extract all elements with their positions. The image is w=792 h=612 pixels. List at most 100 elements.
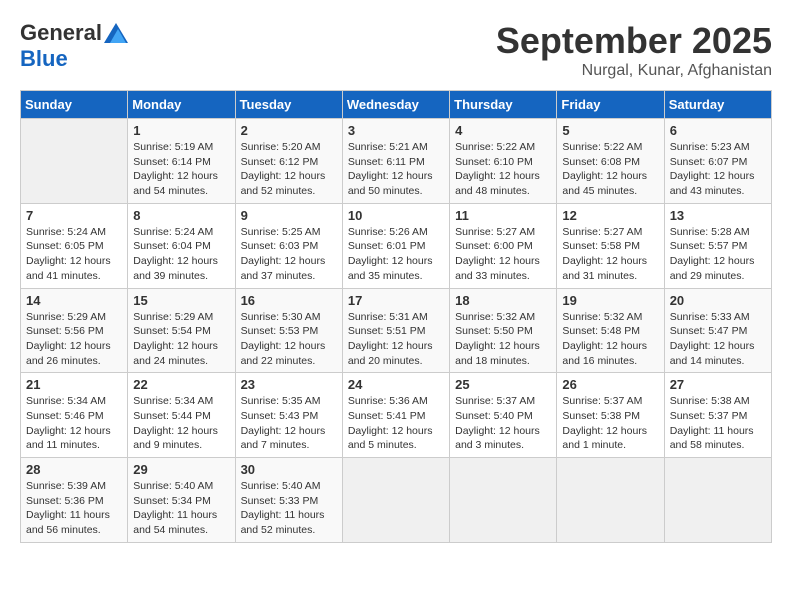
calendar-cell: 8 Sunrise: 5:24 AM Sunset: 6:04 PM Daylig… xyxy=(128,203,235,288)
calendar-cell: 11 Sunrise: 5:27 AM Sunset: 6:00 PM Dayli… xyxy=(450,203,557,288)
day-info: Sunrise: 5:20 AM Sunset: 6:12 PM Dayligh… xyxy=(241,140,337,199)
day-number: 9 xyxy=(241,208,337,223)
day-info: Sunrise: 5:27 AM Sunset: 6:00 PM Dayligh… xyxy=(455,225,551,284)
page-header: General Blue September 2025 Nurgal, Kuna… xyxy=(20,20,772,80)
weekday-header-wednesday: Wednesday xyxy=(342,91,449,119)
calendar-cell xyxy=(21,119,128,204)
calendar-cell: 2 Sunrise: 5:20 AM Sunset: 6:12 PM Daylig… xyxy=(235,119,342,204)
day-number: 24 xyxy=(348,377,444,392)
day-info: Sunrise: 5:29 AM Sunset: 5:56 PM Dayligh… xyxy=(26,310,122,369)
day-number: 30 xyxy=(241,462,337,477)
day-info: Sunrise: 5:32 AM Sunset: 5:50 PM Dayligh… xyxy=(455,310,551,369)
calendar-cell: 29 Sunrise: 5:40 AM Sunset: 5:34 PM Dayli… xyxy=(128,458,235,543)
day-number: 13 xyxy=(670,208,766,223)
day-info: Sunrise: 5:36 AM Sunset: 5:41 PM Dayligh… xyxy=(348,394,444,453)
location-title: Nurgal, Kunar, Afghanistan xyxy=(496,62,772,80)
calendar-week-1: 1Sunrise: 5:19 AM Sunset: 6:14 PM Daylig… xyxy=(21,119,772,204)
day-info: Sunrise: 5:25 AM Sunset: 6:03 PM Dayligh… xyxy=(241,225,337,284)
calendar-cell: 16 Sunrise: 5:30 AM Sunset: 5:53 PM Dayli… xyxy=(235,288,342,373)
day-info: Sunrise: 5:33 AM Sunset: 5:47 PM Dayligh… xyxy=(670,310,766,369)
calendar-cell: 30 Sunrise: 5:40 AM Sunset: 5:33 PM Dayli… xyxy=(235,458,342,543)
day-number: 11 xyxy=(455,208,551,223)
title-block: September 2025 Nurgal, Kunar, Afghanista… xyxy=(496,20,772,80)
day-info: Sunrise: 5:29 AM Sunset: 5:54 PM Dayligh… xyxy=(133,310,229,369)
day-info: Sunrise: 5:24 AM Sunset: 6:04 PM Dayligh… xyxy=(133,225,229,284)
weekday-header-monday: Monday xyxy=(128,91,235,119)
calendar-cell: 21 Sunrise: 5:34 AM Sunset: 5:46 PM Dayli… xyxy=(21,373,128,458)
logo-general-text: General xyxy=(20,20,102,46)
day-number: 2 xyxy=(241,123,337,138)
day-number: 3 xyxy=(348,123,444,138)
day-number: 20 xyxy=(670,293,766,308)
day-number: 8 xyxy=(133,208,229,223)
calendar-cell xyxy=(664,458,771,543)
calendar-cell: 24 Sunrise: 5:36 AM Sunset: 5:41 PM Dayli… xyxy=(342,373,449,458)
day-number: 5 xyxy=(562,123,658,138)
day-info: Sunrise: 5:34 AM Sunset: 5:46 PM Dayligh… xyxy=(26,394,122,453)
day-number: 21 xyxy=(26,377,122,392)
day-number: 18 xyxy=(455,293,551,308)
day-number: 10 xyxy=(348,208,444,223)
day-info: Sunrise: 5:30 AM Sunset: 5:53 PM Dayligh… xyxy=(241,310,337,369)
day-number: 23 xyxy=(241,377,337,392)
day-info: Sunrise: 5:23 AM Sunset: 6:07 PM Dayligh… xyxy=(670,140,766,199)
weekday-header-friday: Friday xyxy=(557,91,664,119)
day-info: Sunrise: 5:26 AM Sunset: 6:01 PM Dayligh… xyxy=(348,225,444,284)
calendar-cell: 17Sunrise: 5:31 AM Sunset: 5:51 PM Dayli… xyxy=(342,288,449,373)
calendar-week-3: 14 Sunrise: 5:29 AM Sunset: 5:56 PM Dayli… xyxy=(21,288,772,373)
calendar-cell: 28Sunrise: 5:39 AM Sunset: 5:36 PM Dayli… xyxy=(21,458,128,543)
day-info: Sunrise: 5:27 AM Sunset: 5:58 PM Dayligh… xyxy=(562,225,658,284)
day-info: Sunrise: 5:28 AM Sunset: 5:57 PM Dayligh… xyxy=(670,225,766,284)
day-number: 7 xyxy=(26,208,122,223)
calendar-body: 1Sunrise: 5:19 AM Sunset: 6:14 PM Daylig… xyxy=(21,119,772,543)
day-info: Sunrise: 5:22 AM Sunset: 6:10 PM Dayligh… xyxy=(455,140,551,199)
day-info: Sunrise: 5:37 AM Sunset: 5:40 PM Dayligh… xyxy=(455,394,551,453)
day-info: Sunrise: 5:39 AM Sunset: 5:36 PM Dayligh… xyxy=(26,479,122,538)
calendar-cell: 26 Sunrise: 5:37 AM Sunset: 5:38 PM Dayli… xyxy=(557,373,664,458)
calendar-cell: 10 Sunrise: 5:26 AM Sunset: 6:01 PM Dayli… xyxy=(342,203,449,288)
calendar-cell: 23Sunrise: 5:35 AM Sunset: 5:43 PM Dayli… xyxy=(235,373,342,458)
calendar-cell: 18 Sunrise: 5:32 AM Sunset: 5:50 PM Dayli… xyxy=(450,288,557,373)
calendar-cell: 20 Sunrise: 5:33 AM Sunset: 5:47 PM Dayli… xyxy=(664,288,771,373)
calendar-cell: 22Sunrise: 5:34 AM Sunset: 5:44 PM Dayli… xyxy=(128,373,235,458)
day-number: 29 xyxy=(133,462,229,477)
day-number: 22 xyxy=(133,377,229,392)
month-title: September 2025 xyxy=(496,20,772,62)
calendar-week-4: 21 Sunrise: 5:34 AM Sunset: 5:46 PM Dayli… xyxy=(21,373,772,458)
calendar-week-2: 7 Sunrise: 5:24 AM Sunset: 6:05 PM Daylig… xyxy=(21,203,772,288)
day-info: Sunrise: 5:40 AM Sunset: 5:33 PM Dayligh… xyxy=(241,479,337,538)
day-info: Sunrise: 5:38 AM Sunset: 5:37 PM Dayligh… xyxy=(670,394,766,453)
calendar-header-row: SundayMondayTuesdayWednesdayThursdayFrid… xyxy=(21,91,772,119)
calendar-table: SundayMondayTuesdayWednesdayThursdayFrid… xyxy=(20,90,772,543)
day-number: 16 xyxy=(241,293,337,308)
calendar-cell: 13 Sunrise: 5:28 AM Sunset: 5:57 PM Dayli… xyxy=(664,203,771,288)
calendar-cell: 25 Sunrise: 5:37 AM Sunset: 5:40 PM Dayli… xyxy=(450,373,557,458)
day-number: 27 xyxy=(670,377,766,392)
day-info: Sunrise: 5:24 AM Sunset: 6:05 PM Dayligh… xyxy=(26,225,122,284)
calendar-cell: 19 Sunrise: 5:32 AM Sunset: 5:48 PM Dayli… xyxy=(557,288,664,373)
calendar-cell: 27 Sunrise: 5:38 AM Sunset: 5:37 PM Dayli… xyxy=(664,373,771,458)
day-number: 12 xyxy=(562,208,658,223)
day-info: Sunrise: 5:40 AM Sunset: 5:34 PM Dayligh… xyxy=(133,479,229,538)
day-number: 1 xyxy=(133,123,229,138)
day-number: 4 xyxy=(455,123,551,138)
day-info: Sunrise: 5:32 AM Sunset: 5:48 PM Dayligh… xyxy=(562,310,658,369)
weekday-header-saturday: Saturday xyxy=(664,91,771,119)
day-number: 25 xyxy=(455,377,551,392)
calendar-cell: 4 Sunrise: 5:22 AM Sunset: 6:10 PM Daylig… xyxy=(450,119,557,204)
day-number: 14 xyxy=(26,293,122,308)
day-number: 26 xyxy=(562,377,658,392)
day-info: Sunrise: 5:31 AM Sunset: 5:51 PM Dayligh… xyxy=(348,310,444,369)
calendar-cell: 3Sunrise: 5:21 AM Sunset: 6:11 PM Daylig… xyxy=(342,119,449,204)
calendar-cell: 12 Sunrise: 5:27 AM Sunset: 5:58 PM Dayli… xyxy=(557,203,664,288)
calendar-cell: 6Sunrise: 5:23 AM Sunset: 6:07 PM Daylig… xyxy=(664,119,771,204)
calendar-cell: 7 Sunrise: 5:24 AM Sunset: 6:05 PM Daylig… xyxy=(21,203,128,288)
day-info: Sunrise: 5:37 AM Sunset: 5:38 PM Dayligh… xyxy=(562,394,658,453)
day-number: 19 xyxy=(562,293,658,308)
logo-blue-text: Blue xyxy=(20,46,68,72)
calendar-cell: 5Sunrise: 5:22 AM Sunset: 6:08 PM Daylig… xyxy=(557,119,664,204)
calendar-week-5: 28Sunrise: 5:39 AM Sunset: 5:36 PM Dayli… xyxy=(21,458,772,543)
weekday-header-sunday: Sunday xyxy=(21,91,128,119)
calendar-cell xyxy=(557,458,664,543)
calendar-cell xyxy=(450,458,557,543)
